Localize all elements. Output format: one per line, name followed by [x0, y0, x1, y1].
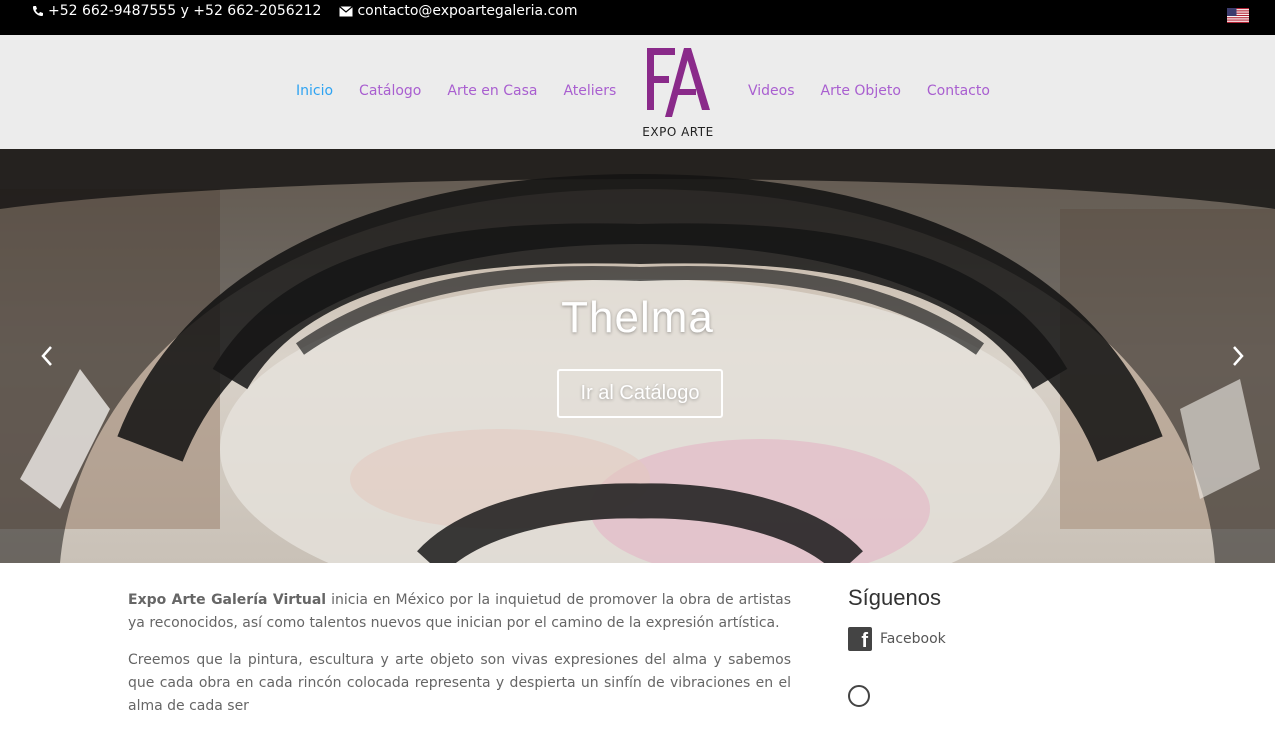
facebook-link[interactable]: f Facebook [848, 627, 1148, 651]
main-nav-right: Videos Arte Objeto Contacto [748, 83, 990, 99]
instagram-icon[interactable] [848, 685, 870, 707]
nav-arte-objeto[interactable]: Arte Objeto [821, 83, 901, 99]
logo-text: EXPO ARTE [642, 125, 714, 139]
nav-contacto[interactable]: Contacto [927, 83, 990, 99]
nav-videos[interactable]: Videos [748, 83, 795, 99]
envelope-icon [339, 5, 354, 16]
nav-catalogo[interactable]: Catálogo [359, 83, 421, 99]
nav-inicio[interactable]: Inicio [296, 83, 333, 99]
hero-artwork-image [0, 149, 1275, 563]
top-bar: +52 662-9487555 y +52 662-2056212 contac… [0, 0, 1275, 35]
phone-icon [33, 6, 43, 16]
follow-us-widget: Síguenos f Facebook [848, 585, 1148, 707]
contact-info: +52 662-9487555 y +52 662-2056212 contac… [32, 3, 577, 19]
catalog-button[interactable]: Ir al Catálogo [557, 369, 723, 418]
chevron-left-icon[interactable] [36, 344, 60, 368]
phone-text: +52 662-9487555 y +52 662-2056212 [48, 3, 322, 19]
nav-arte-en-casa[interactable]: Arte en Casa [447, 83, 537, 99]
site-header: Inicio Catálogo Arte en Casa Ateliers EX… [0, 35, 1275, 149]
hero-title: Thelma [561, 293, 714, 342]
facebook-icon: f [848, 627, 872, 651]
email-link: contacto@expoartegaleria.com [357, 3, 578, 19]
main-nav-left: Inicio Catálogo Arte en Casa Ateliers [296, 83, 616, 99]
intro-text: Expo Arte Galería Virtual inicia en Méxi… [128, 589, 791, 732]
site-logo[interactable]: EXPO ARTE [638, 45, 718, 139]
expo-arte-logo-icon [647, 48, 710, 117]
us-flag-icon[interactable] [1227, 8, 1249, 23]
phone-item[interactable]: +52 662-9487555 y +52 662-2056212 [32, 3, 321, 19]
chevron-right-icon[interactable] [1225, 344, 1249, 368]
intro-paragraph-2: Creemos que la pintura, escultura y arte… [128, 652, 791, 714]
intro-paragraph-1: Expo Arte Galería Virtual inicia en Méxi… [128, 589, 791, 635]
gallery-name: Expo Arte Galería Virtual [128, 592, 327, 608]
email-item[interactable]: contacto@expoartegaleria.com [339, 3, 577, 19]
facebook-label: Facebook [880, 631, 946, 647]
hero-slider: Thelma Ir al Catálogo [0, 149, 1275, 563]
nav-ateliers[interactable]: Ateliers [563, 83, 616, 99]
follow-us-title: Síguenos [848, 585, 941, 610]
